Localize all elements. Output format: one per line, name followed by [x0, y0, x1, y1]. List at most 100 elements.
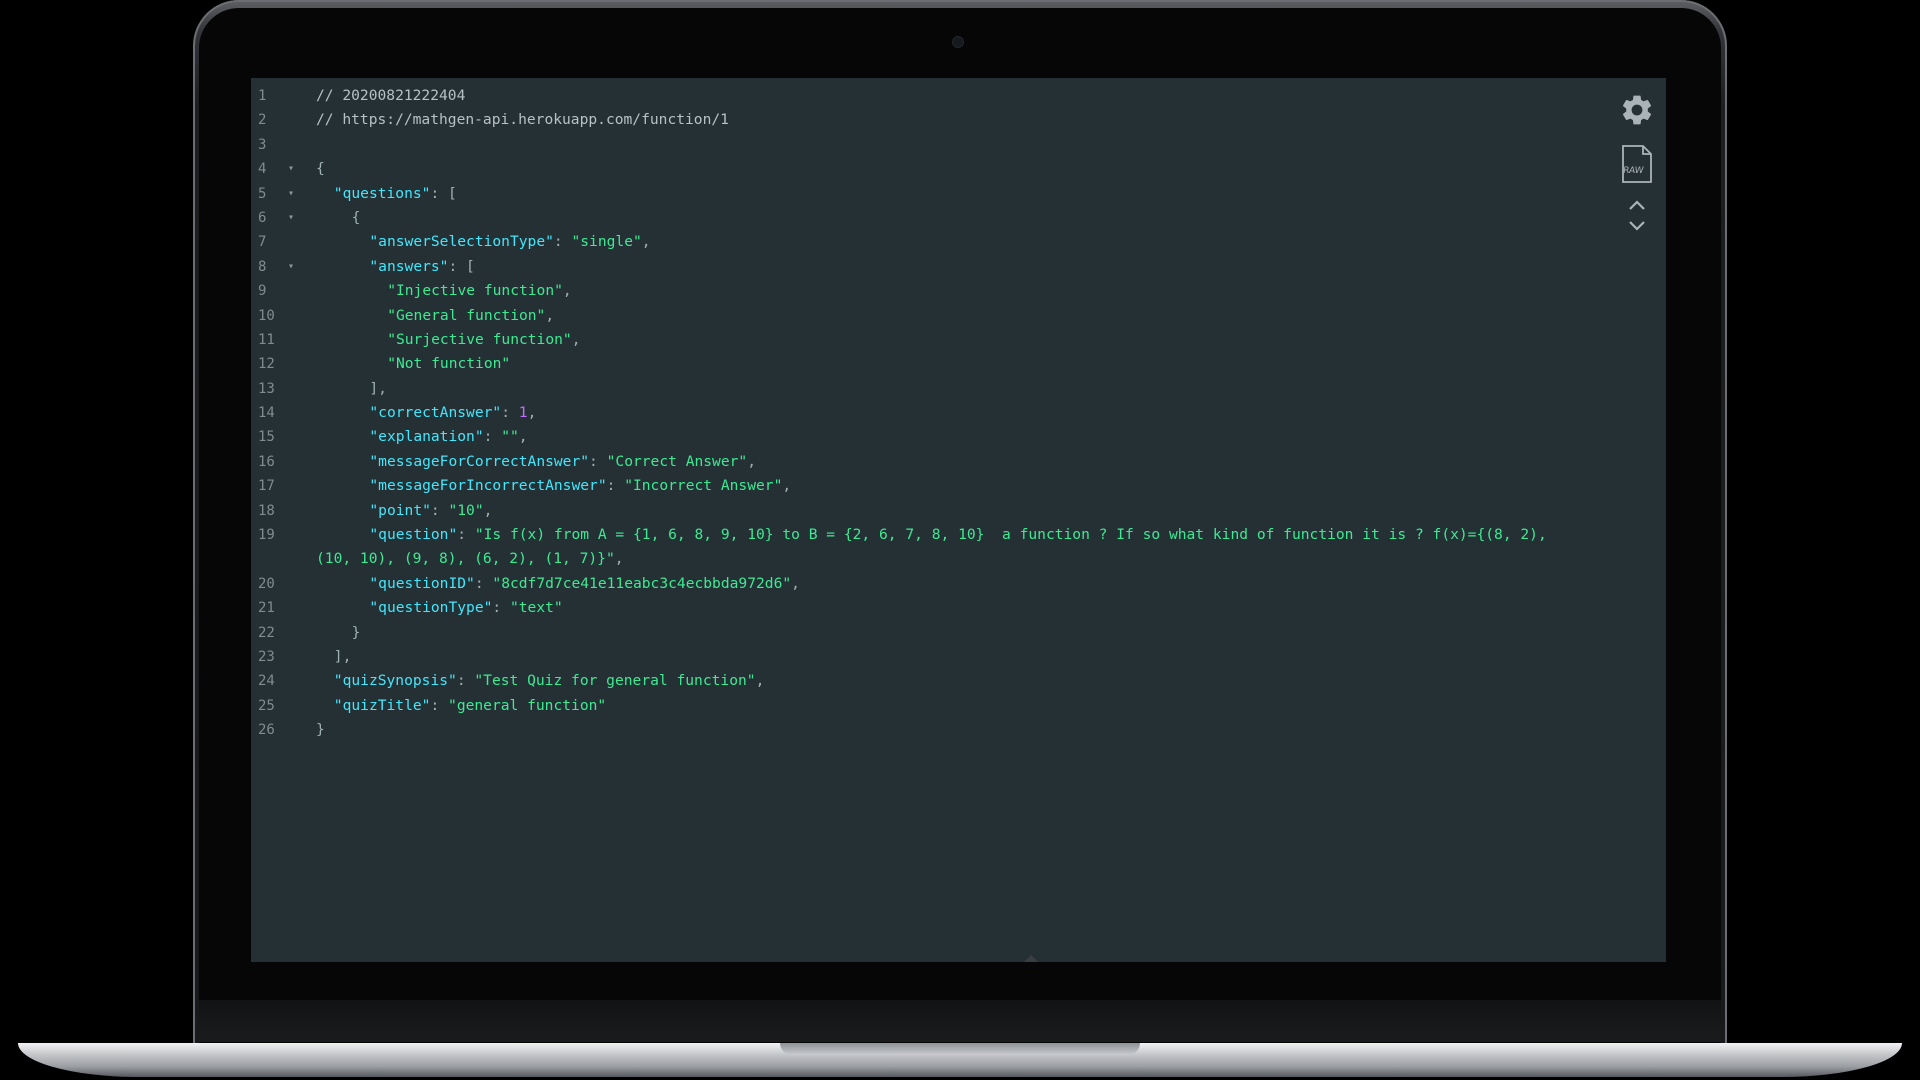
code-token: ,: [747, 452, 757, 470]
code-token: "Surjective function": [387, 330, 572, 348]
code-token: "correctAnswer": [369, 404, 502, 422]
code-token: "Incorrect Answer": [624, 477, 783, 495]
code-token: ,: [791, 574, 800, 592]
code-line: 13],: [251, 377, 1666, 401]
code-token: "point": [369, 501, 431, 519]
line-number: 1: [258, 88, 267, 104]
code-token: "explanation": [369, 428, 484, 446]
code-line: 24 "quizSynopsis": "Test Quiz for general…: [251, 669, 1666, 693]
code-token: :: [456, 672, 475, 690]
code-text: "point": "10",: [369, 499, 492, 523]
code-text: }: [316, 718, 325, 742]
line-number: 6: [258, 209, 267, 226]
code-text: {: [352, 206, 361, 230]
line-number: 3: [258, 136, 267, 153]
code-line: 8 ▾ "answers": [: [251, 255, 1666, 279]
line-number: 16: [258, 453, 275, 470]
line-number: 8: [258, 258, 267, 275]
code-token: "": [501, 428, 519, 446]
chevron-down-icon[interactable]: [1628, 219, 1646, 233]
code-token: "messageForIncorrectAnswer": [369, 477, 607, 495]
code-token: }: [351, 623, 361, 641]
code-view: 1 // 20200821222404 2 // https://mathgen-ap…: [251, 78, 1666, 962]
code-token: "general function": [448, 696, 607, 714]
code-token: ],: [333, 647, 352, 665]
code-token: :: [553, 233, 572, 251]
raw-label: RAW: [1622, 166, 1644, 176]
code-token: ,: [641, 233, 651, 251]
fold-toggle-icon[interactable]: ▾: [288, 206, 294, 230]
code-token: "Injective function": [387, 282, 563, 300]
code-line: 21 "questionType": "text": [251, 596, 1666, 620]
line-number: 13: [258, 380, 275, 397]
laptop-hinge-notch: [780, 1043, 1140, 1055]
code-token: "answerSelectionType": [369, 233, 554, 251]
code-token: "quizTitle": [333, 696, 431, 714]
code-line: 7 "answerSelectionType": "single",: [251, 230, 1666, 254]
code-token: "single": [571, 233, 642, 251]
code-text: "quizSynopsis": "Test Quiz for general f…: [334, 669, 765, 693]
code-line: 3: [251, 133, 1666, 157]
code-text: // 20200821222404: [316, 84, 465, 108]
code-token: "Is f(x) from A = {1, 6, 8, 9, 10} to B …: [474, 526, 1547, 544]
code-token: }: [316, 721, 325, 739]
code-token: :: [483, 428, 502, 446]
line-number: 20: [258, 575, 275, 592]
code-line: 2 // https://mathgen-api.herokuapp.com/fu…: [251, 108, 1666, 132]
code-text: "answers": [: [369, 255, 474, 279]
code-token: "10": [448, 501, 484, 519]
line-number: 14: [258, 405, 275, 422]
line-number: 15: [258, 429, 275, 446]
code-token: "Correct Answer": [606, 452, 748, 470]
code-text: {: [316, 157, 325, 181]
line-number: 22: [258, 624, 275, 641]
code-text: "correctAnswer": 1,: [369, 401, 536, 425]
line-number: 21: [258, 600, 275, 617]
code-text: "Injective function",: [387, 279, 572, 303]
code-text: "General function",: [387, 304, 554, 328]
code-text: "questionType": "text": [369, 596, 562, 620]
code-text: (10, 10), (9, 8), (6, 2), (1, 7)}",: [316, 547, 624, 571]
pointer-cursor: [1024, 955, 1038, 962]
line-number: 19: [258, 527, 275, 544]
code-line: 14 "correctAnswer": 1,: [251, 401, 1666, 425]
code-text: // https://mathgen-api.herokuapp.com/fun…: [316, 108, 729, 132]
line-number: 12: [258, 356, 275, 373]
code-token: "text": [509, 599, 563, 617]
code-text: "Surjective function",: [387, 328, 580, 352]
fold-toggle-icon[interactable]: ▾: [288, 182, 294, 206]
line-number: 17: [258, 478, 275, 495]
code-text: "explanation": "",: [369, 425, 527, 449]
code-token: :: [501, 404, 519, 422]
line-number: 4: [258, 161, 267, 178]
chevron-up-icon[interactable]: [1628, 198, 1646, 212]
code-token: {: [351, 208, 361, 226]
code-token: ,: [571, 330, 581, 348]
gear-icon[interactable]: [1619, 92, 1655, 128]
fold-toggle-icon[interactable]: ▾: [288, 157, 294, 181]
line-number: 26: [258, 722, 275, 739]
code-token: "8cdf7d7ce41e11eabc3c4ecbbda972d6": [492, 574, 792, 592]
code-token: 1: [518, 404, 528, 422]
code-line: 5 ▾ "questions": [: [251, 182, 1666, 206]
line-number: 10: [258, 307, 275, 324]
code-token: (10, 10), (9, 8), (6, 2), (1, 7)}": [316, 550, 615, 568]
code-line: 23],: [251, 645, 1666, 669]
code-line: 11 "Surjective function",: [251, 328, 1666, 352]
code-token: "Not function": [387, 355, 511, 373]
code-text: ],: [369, 377, 387, 401]
code-line-wrap: (10, 10), (9, 8), (6, 2), (1, 7)}",: [251, 547, 1666, 571]
line-number: 24: [258, 673, 275, 690]
fold-toggle-icon[interactable]: ▾: [288, 255, 294, 279]
line-number: 25: [258, 697, 275, 714]
code-token: ,: [518, 428, 528, 446]
code-text: "quizTitle": "general function": [334, 694, 606, 718]
code-text: "answerSelectionType": "single",: [369, 230, 650, 254]
code-token: "answers": [369, 257, 449, 275]
code-token: :: [430, 696, 449, 714]
code-line: 9 "Injective function",: [251, 279, 1666, 303]
code-line: 6 ▾ {: [251, 206, 1666, 230]
raw-file-icon[interactable]: RAW: [1621, 144, 1653, 184]
code-token: :: [457, 526, 475, 544]
code-token: "questionID": [369, 574, 475, 592]
